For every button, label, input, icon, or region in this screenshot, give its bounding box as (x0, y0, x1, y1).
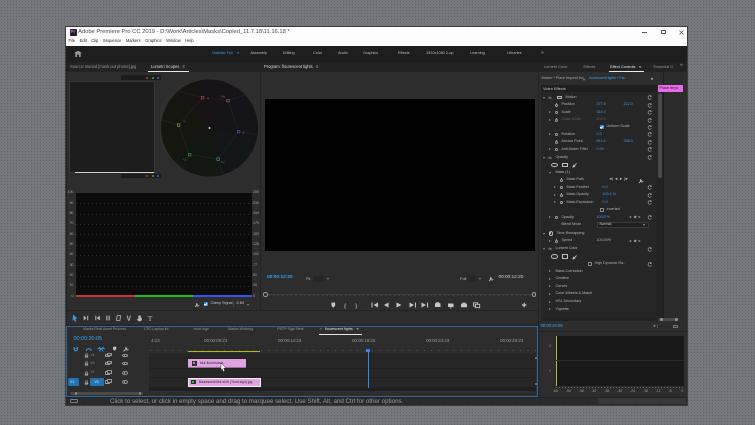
svg-text:T: T (148, 314, 153, 322)
svg-text:}: } (355, 303, 358, 309)
svg-text:B: B (243, 131, 245, 135)
svg-text:Cy: Cy (221, 160, 225, 164)
svg-text:Mg: Mg (221, 95, 225, 99)
svg-text:Yl: Yl (183, 120, 186, 124)
svg-text:{: { (344, 303, 347, 309)
